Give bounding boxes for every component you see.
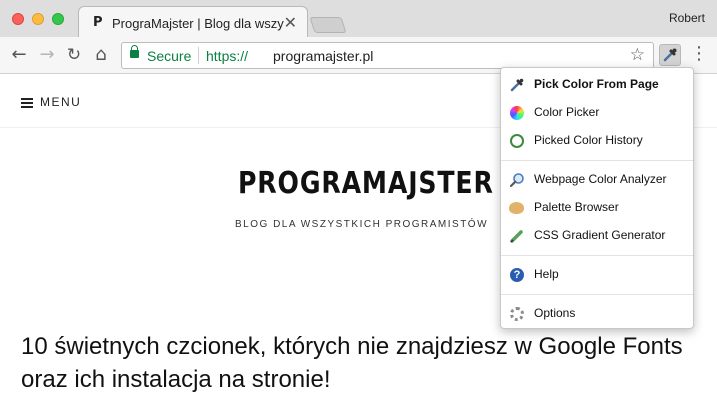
menu-item-palette-browser[interactable]: Palette Browser [501,195,693,221]
menu-item-label: Picked Color History [534,133,643,147]
menu-item-help[interactable]: ? Help [501,262,693,288]
menu-item-css-gradient[interactable]: CSS Gradient Generator [501,223,693,249]
color-picker-extension-button[interactable] [659,44,681,66]
tab-favicon-icon: P [93,15,103,30]
site-tagline: BLOG DLA WSZYSTKICH PROGRAMISTÓW [235,219,489,230]
help-icon: ? [510,268,524,282]
back-arrow-icon[interactable]: ← [8,44,30,66]
menu-item-label: Webpage Color Analyzer [534,172,667,186]
forward-arrow-icon[interactable]: → [36,44,58,66]
history-icon [510,134,524,148]
tab-close-icon[interactable]: ✕ [284,13,297,33]
gradient-pen-icon [510,230,523,243]
post-title[interactable]: 10 świetnych czcionek, których nie znajd… [21,330,711,396]
eyedropper-icon [663,48,677,62]
maximize-window-button[interactable] [52,13,64,25]
hamburger-icon[interactable] [21,98,33,108]
site-logo[interactable]: PROGRAMAJSTER [238,166,494,201]
menu-item-label: Pick Color From Page [534,77,659,91]
bookmark-star-icon[interactable]: ☆ [630,45,645,65]
url-protocol: https:// [206,48,249,64]
menu-item-webpage-analyzer[interactable]: Webpage Color Analyzer [501,167,693,193]
menu-button[interactable]: MENU [40,95,81,109]
menu-item-label: Help [534,267,559,281]
minimize-window-button[interactable] [32,13,44,25]
title-bar: P PrograMajster | Blog dla wszystkich pr… [0,0,717,38]
menu-item-picked-history[interactable]: Picked Color History [501,128,693,154]
menu-item-label: Color Picker [534,105,600,119]
menu-item-label: CSS Gradient Generator [534,228,666,242]
menu-item-label: Options [534,306,576,320]
menu-separator [501,255,693,256]
menu-item-options[interactable]: Options [501,301,693,327]
browser-menu-icon[interactable]: ⋮ [690,44,708,66]
eyedropper-icon [510,78,524,92]
tab-title: PrograMajster | Blog dla wszystkich prog… [112,16,284,31]
palette-icon [509,202,524,214]
lock-icon[interactable] [130,45,139,58]
menu-separator [501,294,693,295]
profile-name[interactable]: Robert [669,11,705,25]
magnifier-icon [509,173,524,188]
gear-icon [510,307,524,321]
url-host: programajster.pl [273,48,374,64]
tab-programajster[interactable]: P PrograMajster | Blog dla wszystkich pr… [78,6,308,38]
new-tab-button[interactable] [309,17,347,33]
home-icon[interactable]: ⌂ [90,44,112,66]
menu-separator [501,160,693,161]
reload-icon[interactable]: ↻ [63,44,85,66]
color-wheel-icon [510,106,524,120]
menu-item-label: Palette Browser [534,200,619,214]
color-extension-menu: Pick Color From Page Color Picker Picked… [500,67,694,329]
menu-item-pick-color[interactable]: Pick Color From Page [501,72,693,98]
close-window-button[interactable] [12,13,24,25]
secure-label[interactable]: Secure [147,48,191,64]
address-bar[interactable]: Secure https:// programajster.pl ☆ [121,42,654,69]
address-separator [198,47,199,64]
menu-item-color-picker[interactable]: Color Picker [501,100,693,126]
